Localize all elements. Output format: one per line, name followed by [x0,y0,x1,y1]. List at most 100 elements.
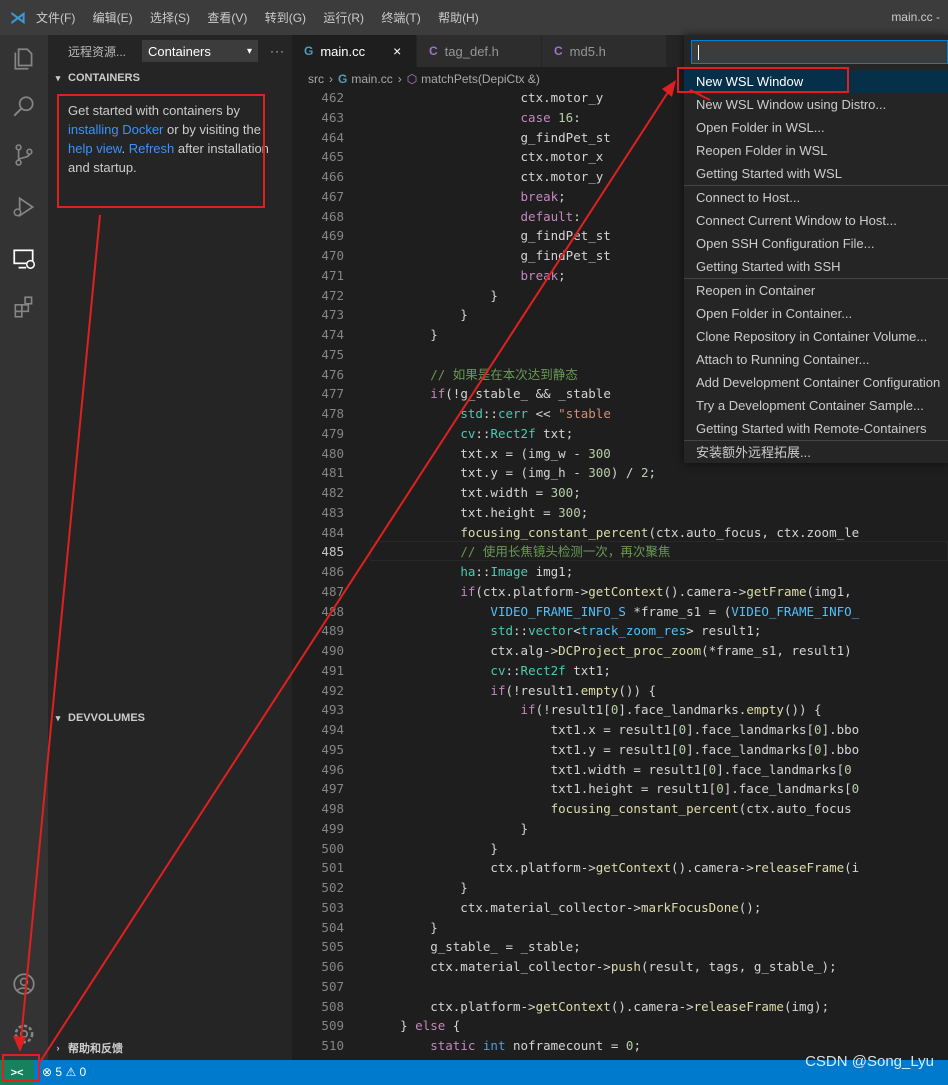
menu-file[interactable]: 文件(F) [36,11,75,25]
chevron-right-icon: › [329,72,333,86]
code-line: 497 txt1.height = result1[0].face_landma… [292,779,948,799]
menu-edit[interactable]: 编辑(E) [93,11,133,25]
remote-type-dropdown[interactable]: Containers ▾ [142,40,259,62]
menu-selection[interactable]: 选择(S) [150,11,190,25]
remote-explorer-icon[interactable] [0,235,48,283]
line-number: 479 [321,425,344,441]
line-number: 492 [321,682,344,698]
containers-welcome-text: Get started with containers by installin… [48,89,292,177]
error-icon: ⊗ [42,1065,53,1079]
close-icon[interactable]: × [393,43,401,59]
command-palette-input[interactable] [691,40,948,64]
palette-item[interactable]: Attach to Running Container... [684,348,948,371]
account-icon[interactable] [0,960,48,1008]
code-line: 509 } else { [292,1016,948,1036]
search-icon[interactable] [0,83,48,131]
section-help-feedback[interactable]: › 帮助和反馈 [48,1037,292,1059]
palette-item[interactable]: Open Folder in Container... [684,302,948,325]
code-line: 490 ctx.alg->DCProject_proc_zoom(*frame_… [292,641,948,661]
code-line: 502 } [292,878,948,898]
code-line: 481 txt.y = (img_h - 300) / 2; [292,463,948,483]
menu-go[interactable]: 转到(G) [265,11,306,25]
line-number: 507 [321,978,344,994]
line-number: 510 [321,1038,344,1053]
line-number: 487 [321,583,344,599]
line-number: 501 [321,860,344,876]
line-number: 496 [321,761,344,777]
tab-tag-def-h[interactable]: C tag_def.h [417,35,541,67]
sidebar-header: 远程资源... Containers ▾ ··· [48,35,292,67]
remote-icon: >< [10,1066,24,1079]
line-number: 495 [321,741,344,757]
window-title: main.cc - [891,10,940,24]
run-debug-icon[interactable] [0,183,48,231]
palette-item[interactable]: Clone Repository in Container Volume... [684,325,948,348]
palette-item[interactable]: New WSL Window using Distro... [684,93,948,116]
menu-help[interactable]: 帮助(H) [438,11,479,25]
breadcrumb-symbol[interactable]: matchPets(DepiCtx &) [421,72,540,86]
palette-item[interactable]: Getting Started with Remote-Containers [684,417,948,440]
line-number: 509 [321,1018,344,1034]
warning-count: 0 [79,1065,87,1079]
tab-main-cc[interactable]: G main.cc × [292,35,416,67]
line-number: 508 [321,998,344,1014]
menu-run[interactable]: 运行(R) [323,11,364,25]
palette-item[interactable]: Try a Development Container Sample... [684,394,948,417]
help-view-link[interactable]: help view [68,141,121,156]
chevron-right-icon: › [56,1043,60,1053]
install-docker-link[interactable]: installing Docker [68,122,163,137]
code-text: } [370,840,498,856]
palette-item[interactable]: Connect to Host... [684,185,948,209]
palette-item[interactable]: New WSL Window [684,70,948,93]
palette-item[interactable]: Connect Current Window to Host... [684,209,948,232]
code-text: std::cerr << "stable [460,406,611,421]
breadcrumb-file[interactable]: main.cc [351,72,392,86]
line-number: 477 [321,386,344,402]
tab-md5-h[interactable]: C md5.h [542,35,666,67]
palette-item[interactable]: Open SSH Configuration File... [684,232,948,255]
palette-item[interactable]: 安装额外远程拓展... [684,440,948,464]
refresh-link[interactable]: Refresh [129,141,175,156]
more-actions-icon[interactable]: ··· [270,44,285,58]
line-number: 505 [321,939,344,955]
extensions-icon[interactable] [0,283,48,331]
line-number: 486 [321,564,344,579]
tab-label: main.cc [320,43,366,59]
code-text: txt1.height = result1[0].face_landmarks[… [370,781,860,797]
palette-item[interactable]: Getting Started with SSH [684,255,948,278]
palette-item[interactable]: Getting Started with WSL [684,162,948,185]
code-line: 505 g_stable_ = _stable; [292,937,948,957]
code-line: 487 if(ctx.platform->getContext().camera… [292,582,948,602]
palette-item[interactable]: Add Development Container Configuration [684,371,948,394]
explorer-icon[interactable] [0,35,48,83]
breadcrumb-folder[interactable]: src [308,72,324,86]
settings-gear-icon[interactable] [0,1010,48,1058]
code-text: txt.width = 300; [370,485,581,500]
line-number: 464 [321,129,344,145]
code-text: VIDEO_FRAME_INFO_S *frame_s1 = (VIDEO_FR… [490,603,860,619]
palette-item[interactable]: Reopen in Container [684,278,948,302]
code-line: 492 if(!result1.empty()) { [292,681,948,701]
problems-indicator[interactable]: ⊗ 5 ⚠ 0 [42,1065,86,1079]
code-line: 496 txt1.width = result1[0].face_landmar… [292,760,948,780]
section-devvolumes[interactable]: ▾ DEVVOLUMES [48,707,292,729]
code-text: focusing_constant_percent(ctx.auto_focus [550,801,852,816]
code-text: // 如果是在本次达到静态 [430,366,578,382]
code-text: } [370,327,438,342]
line-number: 463 [321,109,344,125]
palette-item[interactable]: Open Folder in WSL... [684,116,948,139]
remote-indicator-button[interactable]: >< [0,1060,34,1085]
section-containers[interactable]: ▾ CONTAINERS [48,67,292,89]
code-line: 483 txt.height = 300; [292,503,948,523]
cpp-file-icon: G [304,44,314,58]
code-line: 501 ctx.platform->getContext().camera->r… [292,858,948,878]
code-line: 489 std::vector<track_zoom_res> result1; [292,621,948,641]
menu-terminal[interactable]: 终端(T) [381,11,420,25]
menu-view[interactable]: 查看(V) [207,11,247,25]
line-number: 500 [321,840,344,856]
code-line: 482 txt.width = 300; [292,483,948,503]
source-control-icon[interactable] [0,131,48,179]
activity-bar [0,35,48,1060]
palette-item[interactable]: Reopen Folder in WSL [684,139,948,162]
code-text: g_findPet_st [370,129,611,145]
